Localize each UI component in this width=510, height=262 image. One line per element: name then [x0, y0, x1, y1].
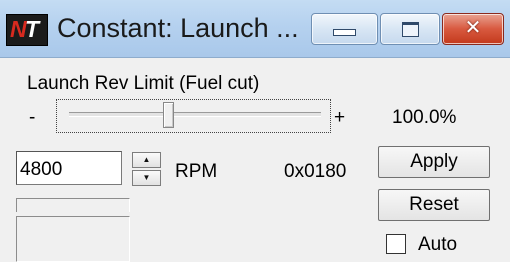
close-icon: ✕	[464, 17, 482, 39]
parameter-label: Launch Rev Limit (Fuel cut)	[27, 73, 260, 94]
reset-button[interactable]: Reset	[378, 189, 490, 221]
title-bar[interactable]: N T Constant: Launch ... ✕	[0, 0, 510, 58]
auto-label: Auto	[418, 234, 458, 255]
slider-min-label: -	[29, 107, 36, 128]
slider-thumb[interactable]	[163, 102, 174, 128]
logo-letter-t: T	[25, 16, 39, 42]
rpm-value-input[interactable]	[16, 151, 122, 185]
slider-max-label: +	[334, 107, 346, 128]
spin-down-button[interactable]: ▼	[132, 170, 161, 186]
close-button[interactable]: ✕	[442, 13, 504, 45]
spin-up-button[interactable]: ▲	[132, 152, 161, 168]
maximize-button[interactable]	[380, 13, 440, 45]
app-logo-icon[interactable]: N T	[6, 14, 48, 46]
dialog-body: Launch Rev Limit (Fuel cut) - + 100.0% ▲…	[0, 58, 510, 262]
percent-readout: 100.0%	[392, 107, 457, 128]
hex-value: 0x0180	[284, 161, 347, 182]
apply-button[interactable]: Apply	[378, 146, 490, 178]
arrow-up-icon: ▲	[142, 155, 151, 164]
logo-letter-n: N	[10, 16, 27, 42]
auto-checkbox[interactable]	[386, 234, 406, 254]
minimize-icon	[333, 29, 356, 36]
window-title: Constant: Launch ...	[57, 13, 299, 43]
minimize-button[interactable]	[311, 13, 378, 45]
unit-label: RPM	[175, 161, 218, 182]
sunken-frame-top	[16, 198, 130, 212]
arrow-down-icon: ▼	[142, 173, 151, 182]
maximize-icon	[402, 22, 419, 37]
sunken-frame	[16, 216, 130, 262]
slider-track[interactable]	[69, 112, 321, 117]
